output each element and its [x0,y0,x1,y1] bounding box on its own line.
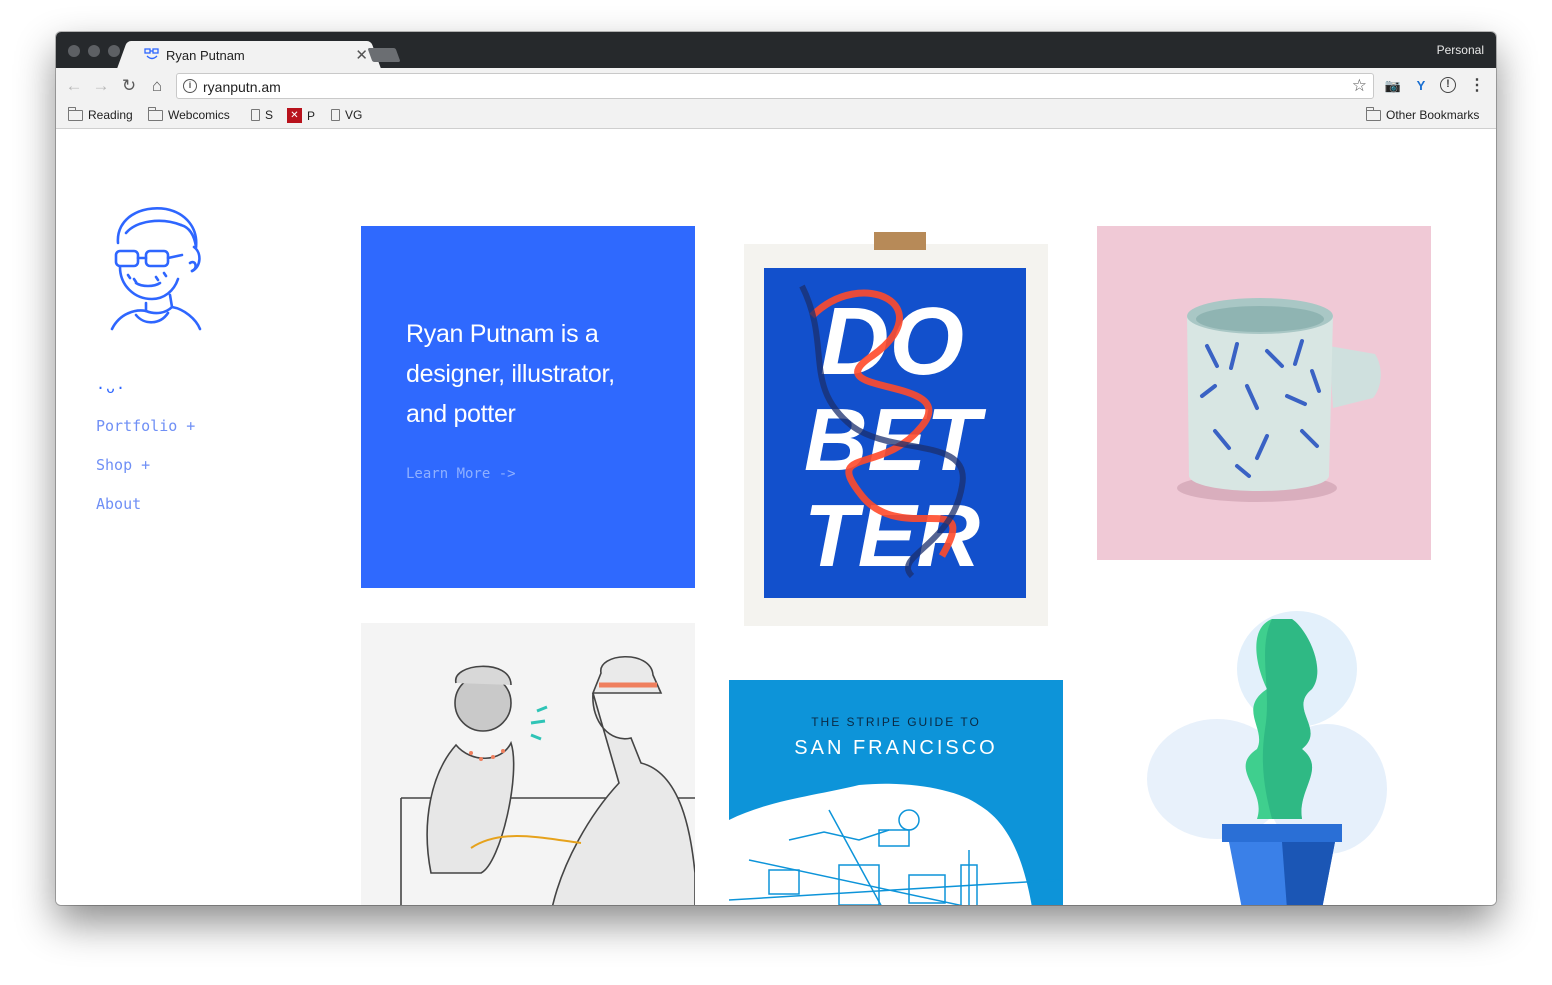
y-extension-icon[interactable]: Y [1412,77,1430,95]
profile-name[interactable]: Personal [1437,43,1484,57]
bookmarks-bar: Reading Webcomics S ✕ P VG Other Bookmar… [56,104,1496,129]
bookmark-label: VG [345,108,363,122]
bookmark-p[interactable]: ✕ P [287,108,315,123]
toolbar: ← → ↻ ⌂ i ryanputn.am ☆ 📷 Y ! ⋮ [56,68,1496,104]
plant-illustration-image [1147,611,1387,905]
menu-kebab-icon[interactable]: ⋮ [1468,77,1486,95]
page-icon [251,109,260,121]
site-info-icon[interactable]: i [183,79,197,93]
couple-illustration-card[interactable] [361,623,695,905]
page-icon [331,109,340,121]
bookmark-reading[interactable]: Reading [68,106,133,122]
nav-portfolio[interactable]: Portfolio + [96,417,195,435]
avatar-logo[interactable] [106,203,206,335]
url-text[interactable]: ryanputn.am [203,79,281,95]
page-content: ·ᴗ· Portfolio + Shop + About Ryan Putnam… [56,129,1496,905]
intro-headline: Ryan Putnam is a designer, illustrator, … [406,320,615,428]
folder-icon [68,106,83,121]
other-bookmarks[interactable]: Other Bookmarks [1366,106,1480,122]
couple-illustration-image [400,656,695,905]
smiley-face: ·ᴗ· [96,379,127,397]
ceramic-mug-image [1177,298,1381,502]
sf-map-image [729,783,1060,905]
address-bar[interactable]: i ryanputn.am ☆ [176,73,1374,99]
folder-icon [1366,106,1381,121]
ceramic-mug-card[interactable] [1097,226,1431,560]
forward-arrow-icon[interactable]: → [89,74,113,98]
bookmark-label: Webcomics [168,108,230,122]
zoom-window-button[interactable] [108,45,120,57]
title-bar: Ryan Putnam ✕ Personal [56,32,1496,69]
intro-card: Ryan Putnam is a designer, illustrator, … [361,226,695,588]
other-bookmarks-label: Other Bookmarks [1386,108,1480,122]
sf-guide-card[interactable]: THE STRIPE GUIDE TO SAN FRANCISCO [729,680,1063,905]
tab-title: Ryan Putnam [166,48,245,63]
site-favicon-icon [144,48,159,60]
bookmark-vg[interactable]: VG [331,108,362,122]
do-better-poster-image: DO BET TER [744,232,1048,626]
nav-shop[interactable]: Shop + [96,456,150,474]
back-arrow-icon[interactable]: ← [62,74,86,98]
browser-window: Ryan Putnam ✕ Personal ← → ↻ ⌂ i ryanput… [56,32,1496,905]
plant-illustration-card[interactable] [1097,609,1431,905]
bookmark-label: S [265,108,274,122]
bookmark-label: P [307,108,316,123]
new-tab-button[interactable] [367,48,401,62]
camera-extension-icon[interactable]: 📷 [1384,77,1402,95]
folder-icon [148,106,163,121]
bookmark-s[interactable]: S [251,108,273,122]
tab-ryan-putnam[interactable]: Ryan Putnam ✕ [130,41,368,69]
close-window-button[interactable] [68,45,80,57]
bookmark-star-icon[interactable]: ☆ [1352,76,1367,96]
password-extension-icon[interactable]: ! [1440,77,1456,93]
pinboard-icon: ✕ [287,108,302,123]
bookmark-label: Reading [88,108,133,122]
nav-about[interactable]: About [96,495,141,513]
home-icon[interactable]: ⌂ [145,74,169,98]
reload-icon[interactable]: ↻ [117,74,141,98]
learn-more-link[interactable]: Learn More -> [406,466,516,482]
bookmark-webcomics[interactable]: Webcomics [148,106,230,122]
do-better-poster-card[interactable]: DO BET TER [742,226,1052,636]
minimize-window-button[interactable] [88,45,100,57]
close-tab-icon[interactable]: ✕ [355,46,368,64]
